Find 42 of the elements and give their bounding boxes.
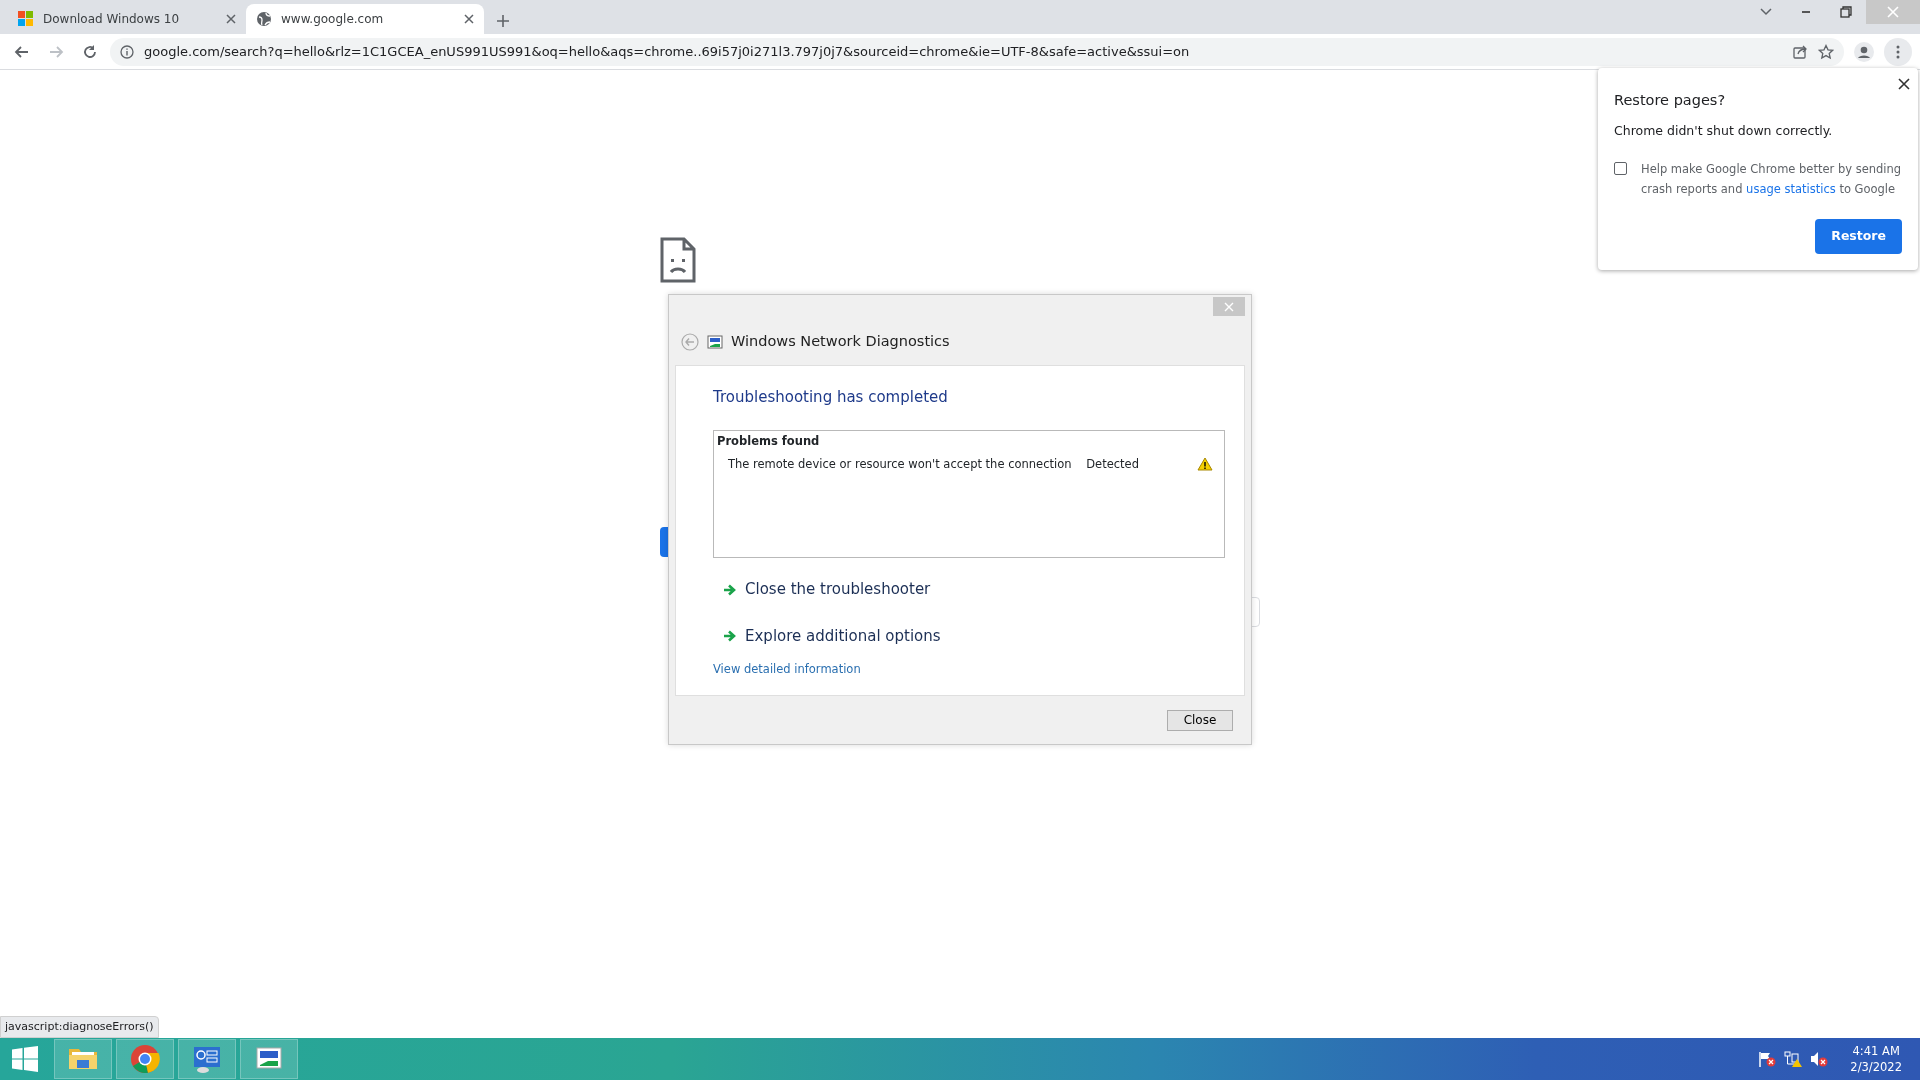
- problem-text: The remote device or resource won't accept the connection: [728, 456, 1072, 471]
- details-link[interactable]: View detailed information: [713, 661, 861, 679]
- windows-logo-icon[interactable]: [12, 1046, 38, 1072]
- info-icon: [120, 44, 134, 59]
- plus-icon[interactable]: [496, 13, 510, 28]
- status-text: Detected: [1086, 455, 1139, 473]
- usage-statistics-link[interactable]: usage statistics: [1746, 181, 1836, 196]
- option-link[interactable]: Explore additional options: [723, 624, 941, 648]
- speaker-muted-icon[interactable]: [1810, 1051, 1829, 1067]
- arrow-icon: [723, 583, 737, 596]
- star-icon[interactable]: [1818, 43, 1834, 60]
- address-bar[interactable]: google.com/search?q=hello&rlz=1C1GCEA_enUS991US991&oq=hello&aqs=chrome..69i57j0i271l3.797j0j7&sourceid=chrome&ie=UTF-8&safe=active&ssui=on: [110, 37, 1844, 66]
- restore-icon[interactable]: [1838, 4, 1854, 20]
- globe-icon: [256, 11, 271, 27]
- status-text: javascript:diagnoseErrors(): [0, 1015, 159, 1038]
- heading-text: Troubleshooting has completed: [713, 386, 948, 408]
- chrome-icon[interactable]: [129, 1043, 161, 1075]
- section-title: Problems found: [717, 433, 821, 451]
- popup-message: Chrome didn't shut down correctly.: [1614, 121, 1834, 140]
- checkbox[interactable]: [1614, 161, 1627, 175]
- close-icon[interactable]: [1898, 78, 1910, 90]
- close-button[interactable]: Close: [1167, 709, 1233, 731]
- browser-tab[interactable]: Download Windows 10: [8, 4, 246, 34]
- option-link[interactable]: Close the troubleshooter: [723, 578, 931, 601]
- sad-document-icon: [660, 237, 696, 283]
- popup-title: Restore pages?: [1614, 91, 1727, 110]
- restore-button[interactable]: Restore: [1815, 219, 1902, 254]
- network-diagnostics-icon: [707, 334, 723, 349]
- flag-error-icon[interactable]: [1758, 1051, 1777, 1067]
- dialog-title: Windows Network Diagnostics: [731, 332, 950, 351]
- arrow-icon: [723, 630, 737, 642]
- browser-tab[interactable]: www.google.com: [246, 4, 484, 34]
- warning-icon: [1197, 457, 1213, 472]
- consent-text: Help make Google Chrome better by sending crash reports and usage statistics to Google: [1641, 160, 1902, 198]
- menu-icon[interactable]: [1896, 44, 1900, 59]
- windows-logo-icon: [18, 11, 33, 27]
- clock-time: 4:41 AM: [1851, 1043, 1901, 1059]
- network-warning-icon[interactable]: [1784, 1051, 1803, 1067]
- profile-icon[interactable]: [1854, 41, 1874, 62]
- share-icon[interactable]: [1792, 43, 1808, 60]
- close-icon[interactable]: [464, 14, 474, 24]
- clock-date: 2/3/2022: [1850, 1059, 1902, 1075]
